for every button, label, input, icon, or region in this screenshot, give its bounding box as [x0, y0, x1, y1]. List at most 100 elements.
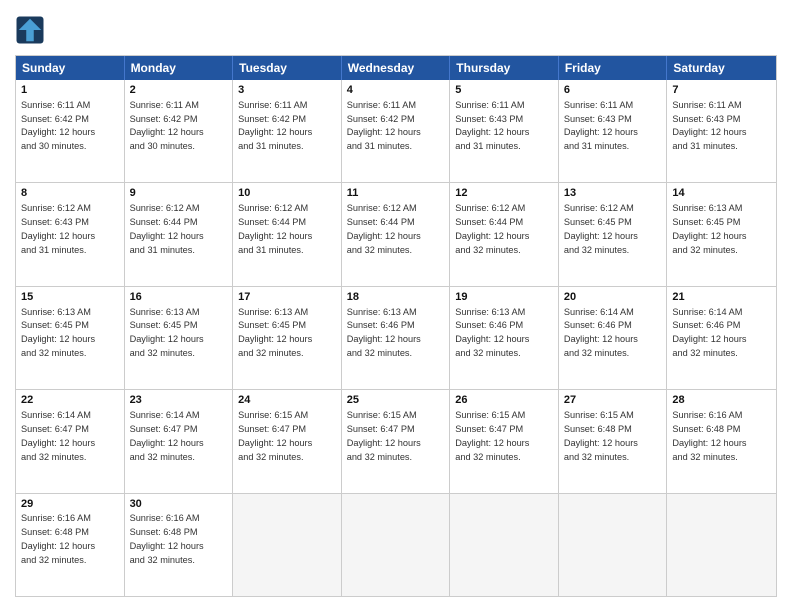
day-info: Sunrise: 6:13 AM Sunset: 6:45 PM Dayligh… — [238, 307, 312, 358]
page: SundayMondayTuesdayWednesdayThursdayFrid… — [0, 0, 792, 612]
day-number: 12 — [455, 186, 553, 201]
day-cell-28: 28 Sunrise: 6:16 AM Sunset: 6:48 PM Dayli… — [667, 390, 776, 492]
day-info: Sunrise: 6:16 AM Sunset: 6:48 PM Dayligh… — [21, 513, 95, 564]
day-cell-10: 10 Sunrise: 6:12 AM Sunset: 6:44 PM Dayli… — [233, 183, 342, 285]
day-number: 8 — [21, 186, 119, 201]
calendar-week-2: 15 Sunrise: 6:13 AM Sunset: 6:45 PM Dayli… — [16, 287, 776, 390]
day-info: Sunrise: 6:14 AM Sunset: 6:46 PM Dayligh… — [564, 307, 638, 358]
day-info: Sunrise: 6:13 AM Sunset: 6:45 PM Dayligh… — [672, 203, 746, 254]
day-info: Sunrise: 6:14 AM Sunset: 6:47 PM Dayligh… — [130, 410, 204, 461]
day-number: 2 — [130, 83, 228, 98]
day-cell-27: 27 Sunrise: 6:15 AM Sunset: 6:48 PM Dayli… — [559, 390, 668, 492]
day-info: Sunrise: 6:11 AM Sunset: 6:42 PM Dayligh… — [130, 100, 204, 151]
day-info: Sunrise: 6:14 AM Sunset: 6:46 PM Dayligh… — [672, 307, 746, 358]
day-cell-16: 16 Sunrise: 6:13 AM Sunset: 6:45 PM Dayli… — [125, 287, 234, 389]
day-number: 26 — [455, 393, 553, 408]
calendar-body: 1 Sunrise: 6:11 AM Sunset: 6:42 PM Daylig… — [16, 80, 776, 596]
day-info: Sunrise: 6:12 AM Sunset: 6:43 PM Dayligh… — [21, 203, 95, 254]
day-cell-3: 3Sunrise: 6:11 AM Sunset: 6:42 PM Daylig… — [233, 80, 342, 182]
day-cell-1: 1Sunrise: 6:11 AM Sunset: 6:42 PM Daylig… — [16, 80, 125, 182]
day-number: 27 — [564, 393, 662, 408]
day-cell-20: 20 Sunrise: 6:14 AM Sunset: 6:46 PM Dayli… — [559, 287, 668, 389]
day-info: Sunrise: 6:15 AM Sunset: 6:48 PM Dayligh… — [564, 410, 638, 461]
day-number: 23 — [130, 393, 228, 408]
header-day-wednesday: Wednesday — [342, 56, 451, 80]
day-cell-18: 18 Sunrise: 6:13 AM Sunset: 6:46 PM Dayli… — [342, 287, 451, 389]
empty-cell — [667, 494, 776, 596]
header-day-monday: Monday — [125, 56, 234, 80]
day-number: 5 — [455, 83, 553, 98]
day-number: 10 — [238, 186, 336, 201]
day-cell-6: 6 Sunrise: 6:11 AM Sunset: 6:43 PM Daylig… — [559, 80, 668, 182]
day-info: Sunrise: 6:13 AM Sunset: 6:46 PM Dayligh… — [455, 307, 529, 358]
header-day-thursday: Thursday — [450, 56, 559, 80]
day-cell-9: 9 Sunrise: 6:12 AM Sunset: 6:44 PM Daylig… — [125, 183, 234, 285]
day-number: 11 — [347, 186, 445, 201]
calendar-header: SundayMondayTuesdayWednesdayThursdayFrid… — [16, 56, 776, 80]
day-cell-22: 22 Sunrise: 6:14 AM Sunset: 6:47 PM Dayli… — [16, 390, 125, 492]
day-cell-17: 17 Sunrise: 6:13 AM Sunset: 6:45 PM Dayli… — [233, 287, 342, 389]
calendar-week-0: 1 Sunrise: 6:11 AM Sunset: 6:42 PM Daylig… — [16, 80, 776, 183]
day-info: Sunrise: 6:15 AM Sunset: 6:47 PM Dayligh… — [238, 410, 312, 461]
day-info: Sunrise: 6:14 AM Sunset: 6:47 PM Dayligh… — [21, 410, 95, 461]
day-info: Sunrise: 6:15 AM Sunset: 6:47 PM Dayligh… — [347, 410, 421, 461]
day-number: 13 — [564, 186, 662, 201]
day-number: 14 — [672, 186, 771, 201]
day-cell-4: 4 Sunrise: 6:11 AM Sunset: 6:42 PM Daylig… — [342, 80, 451, 182]
day-info: Sunrise: 6:11 AM Sunset: 6:43 PM Dayligh… — [672, 100, 746, 151]
day-cell-21: 21 Sunrise: 6:14 AM Sunset: 6:46 PM Dayli… — [667, 287, 776, 389]
day-number: 21 — [672, 290, 771, 305]
day-cell-26: 26Sunrise: 6:15 AM Sunset: 6:47 PM Dayli… — [450, 390, 559, 492]
logo-icon — [15, 15, 45, 45]
day-cell-15: 15 Sunrise: 6:13 AM Sunset: 6:45 PM Dayli… — [16, 287, 125, 389]
day-number: 17 — [238, 290, 336, 305]
day-info: Sunrise: 6:12 AM Sunset: 6:44 PM Dayligh… — [130, 203, 204, 254]
day-info: Sunrise: 6:11 AM Sunset: 6:43 PM Dayligh… — [455, 100, 529, 151]
day-info: Sunrise: 6:13 AM Sunset: 6:45 PM Dayligh… — [21, 307, 95, 358]
day-number: 1 — [21, 83, 119, 98]
header-day-saturday: Saturday — [667, 56, 776, 80]
day-info: Sunrise: 6:11 AM Sunset: 6:42 PM Dayligh… — [347, 100, 421, 151]
day-info: Sunrise: 6:12 AM Sunset: 6:44 PM Dayligh… — [238, 203, 312, 254]
day-number: 29 — [21, 497, 119, 512]
calendar-week-1: 8 Sunrise: 6:12 AM Sunset: 6:43 PM Daylig… — [16, 183, 776, 286]
day-number: 18 — [347, 290, 445, 305]
day-cell-23: 23 Sunrise: 6:14 AM Sunset: 6:47 PM Dayli… — [125, 390, 234, 492]
day-info: Sunrise: 6:16 AM Sunset: 6:48 PM Dayligh… — [672, 410, 746, 461]
day-info: Sunrise: 6:16 AM Sunset: 6:48 PM Dayligh… — [130, 513, 204, 564]
day-number: 15 — [21, 290, 119, 305]
day-info: Sunrise: 6:13 AM Sunset: 6:46 PM Dayligh… — [347, 307, 421, 358]
day-info: Sunrise: 6:12 AM Sunset: 6:44 PM Dayligh… — [347, 203, 421, 254]
day-number: 22 — [21, 393, 119, 408]
empty-cell — [233, 494, 342, 596]
header-day-tuesday: Tuesday — [233, 56, 342, 80]
calendar-week-4: 29Sunrise: 6:16 AM Sunset: 6:48 PM Dayli… — [16, 494, 776, 596]
calendar: SundayMondayTuesdayWednesdayThursdayFrid… — [15, 55, 777, 597]
day-info: Sunrise: 6:12 AM Sunset: 6:44 PM Dayligh… — [455, 203, 529, 254]
header-day-friday: Friday — [559, 56, 668, 80]
day-number: 4 — [347, 83, 445, 98]
day-number: 7 — [672, 83, 771, 98]
day-cell-11: 11 Sunrise: 6:12 AM Sunset: 6:44 PM Dayli… — [342, 183, 451, 285]
day-cell-2: 2 Sunrise: 6:11 AM Sunset: 6:42 PM Daylig… — [125, 80, 234, 182]
empty-cell — [342, 494, 451, 596]
day-number: 30 — [130, 497, 228, 512]
day-number: 25 — [347, 393, 445, 408]
day-cell-29: 29Sunrise: 6:16 AM Sunset: 6:48 PM Dayli… — [16, 494, 125, 596]
day-cell-7: 7 Sunrise: 6:11 AM Sunset: 6:43 PM Daylig… — [667, 80, 776, 182]
calendar-week-3: 22 Sunrise: 6:14 AM Sunset: 6:47 PM Dayli… — [16, 390, 776, 493]
day-info: Sunrise: 6:11 AM Sunset: 6:43 PM Dayligh… — [564, 100, 638, 151]
day-cell-19: 19Sunrise: 6:13 AM Sunset: 6:46 PM Dayli… — [450, 287, 559, 389]
header — [15, 15, 777, 45]
day-number: 16 — [130, 290, 228, 305]
day-info: Sunrise: 6:13 AM Sunset: 6:45 PM Dayligh… — [130, 307, 204, 358]
day-number: 28 — [672, 393, 771, 408]
day-number: 9 — [130, 186, 228, 201]
day-number: 6 — [564, 83, 662, 98]
header-day-sunday: Sunday — [16, 56, 125, 80]
day-cell-12: 12 Sunrise: 6:12 AM Sunset: 6:44 PM Dayli… — [450, 183, 559, 285]
day-cell-13: 13Sunrise: 6:12 AM Sunset: 6:45 PM Dayli… — [559, 183, 668, 285]
logo — [15, 15, 49, 45]
day-number: 20 — [564, 290, 662, 305]
empty-cell — [450, 494, 559, 596]
